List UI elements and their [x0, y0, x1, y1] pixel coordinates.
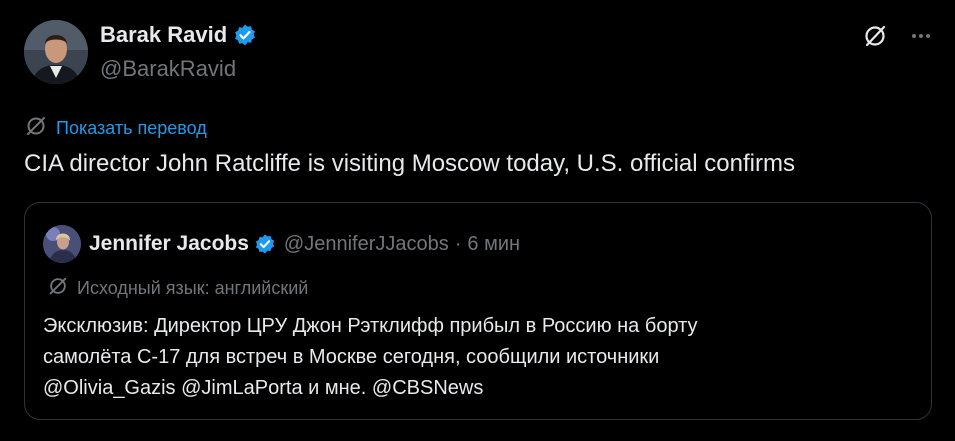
translate-icon — [24, 114, 48, 143]
quoted-text-line: @Olivia_Gazis @JimLaPorta и мне. @CBSNew… — [43, 377, 484, 399]
quoted-tweet-text: Эксклюзив: Директор ЦРУ Джон Рэтклифф пр… — [43, 311, 923, 404]
author-block: Barak Ravid @BarakRavid — [100, 20, 257, 82]
no-translate-icon[interactable] — [861, 22, 889, 50]
separator-dot: · — [454, 232, 462, 255]
quoted-tweet[interactable]: Jennifer Jacobs @JenniferJJacobs · 6 мин… — [24, 202, 932, 420]
tweet-actions — [861, 22, 935, 50]
author-handle[interactable]: @BarakRavid — [100, 56, 257, 82]
tweet: Barak Ravid @BarakRavid Показать перевод… — [0, 0, 955, 441]
quoted-author-name: Jennifer Jacobs — [89, 232, 249, 255]
translate-icon — [47, 275, 69, 302]
more-options-icon[interactable] — [907, 22, 935, 50]
verified-badge-icon — [254, 233, 276, 255]
quoted-author-handle: @JenniferJJacobs — [283, 232, 449, 255]
author-avatar[interactable] — [24, 20, 88, 84]
quoted-tweet-header: Jennifer Jacobs @JenniferJJacobs · 6 мин — [43, 225, 520, 263]
quoted-author-avatar[interactable] — [43, 225, 81, 263]
tweet-text: CIA director John Ratcliffe is visiting … — [24, 150, 795, 177]
quoted-text-line: Эксклюзив: Директор ЦРУ Джон Рэтклифф пр… — [43, 315, 698, 337]
source-language-note: Исходный язык: английский — [47, 275, 308, 302]
verified-badge-icon — [233, 23, 257, 47]
source-language-text: Исходный язык: английский — [77, 278, 309, 298]
show-translation[interactable]: Показать перевод — [24, 114, 207, 143]
author-name[interactable]: Barak Ravid — [100, 22, 227, 48]
quoted-text-line: самолёта С-17 для встреч в Москве сегодн… — [43, 346, 660, 368]
show-translation-link[interactable]: Показать перевод — [56, 118, 207, 139]
quoted-timestamp[interactable]: 6 мин — [467, 233, 520, 256]
